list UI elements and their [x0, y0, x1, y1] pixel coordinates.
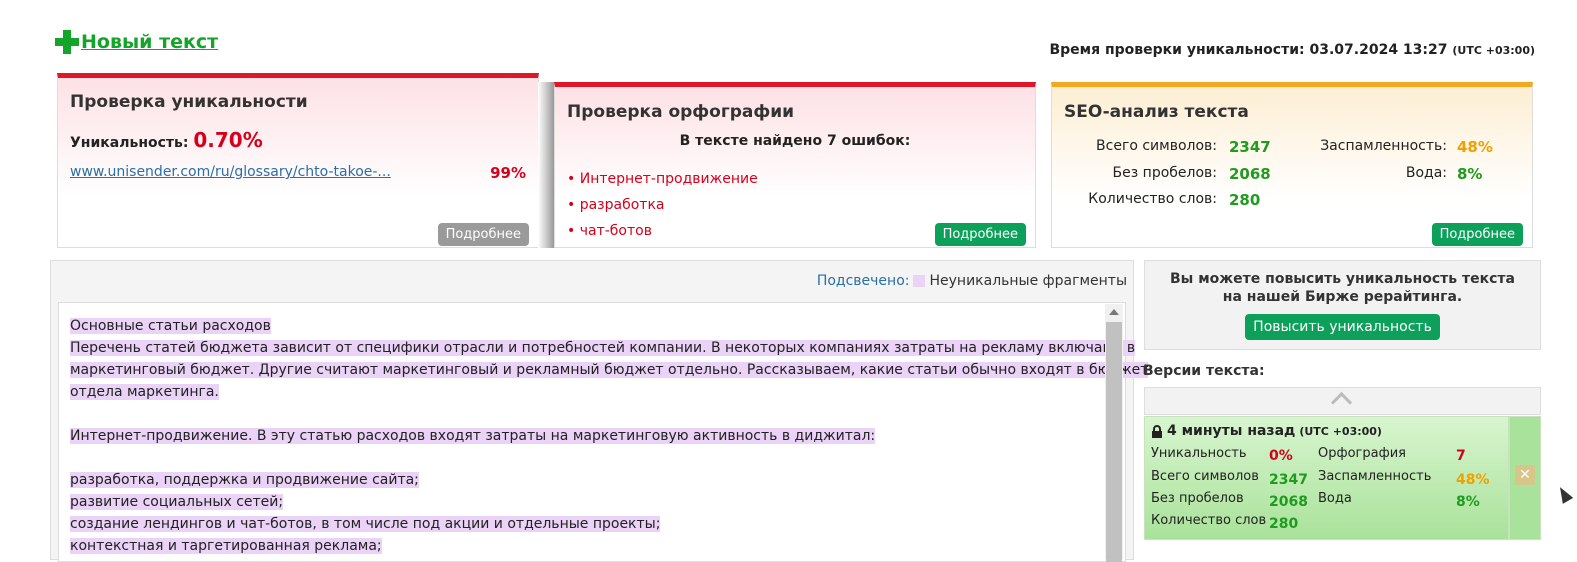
highlight-legend-text: Неуникальные фрагменты	[929, 273, 1127, 289]
uniqueness-row: Уникальность: 0.70%	[70, 128, 263, 152]
seo-total-value: 2347	[1229, 138, 1271, 156]
text-line: маркетинговый бюджет. Другие считают мар…	[70, 359, 1149, 381]
version-words-value: 280	[1269, 516, 1299, 532]
non-unique-fragment: контекстная и таргетированная реклама;	[70, 538, 382, 554]
highlight-label: Подсвечено:	[816, 273, 910, 289]
text-line: разработка, поддержка и продвижение сайт…	[70, 469, 1100, 491]
seo-spam-label: Заспамленность:	[1320, 138, 1447, 154]
seo-words-value: 280	[1229, 191, 1261, 209]
promo-box: Вы можете повысить уникальность текста н…	[1144, 260, 1541, 350]
seo-card: SEO-анализ текста Всего символов: 2347 Б…	[1051, 82, 1533, 248]
seo-nospace-label: Без пробелов:	[1112, 165, 1217, 181]
version-nospace-label: Без пробелов	[1151, 491, 1244, 506]
uniqueness-title: Проверка уникальности	[70, 92, 308, 112]
version-uniq-value: 0%	[1269, 448, 1293, 464]
version-spell-label: Орфография	[1318, 446, 1406, 461]
version-words-label: Количество слов	[1151, 513, 1267, 528]
version-nospace-value: 2068	[1269, 494, 1308, 510]
version-water-value: 8%	[1456, 494, 1480, 510]
non-unique-fragment: маркетинговый бюджет. Другие считают мар…	[70, 362, 1149, 378]
text-line: Перечень статей бюджета зависит от специ…	[70, 337, 1136, 359]
non-unique-fragment: отдела маркетинга.	[70, 384, 219, 400]
seo-nospace-value: 2068	[1229, 165, 1271, 183]
uniqueness-card: Проверка уникальности Уникальность: 0.70…	[57, 73, 539, 248]
check-time-label: Время проверки уникальности: 03.07.2024 …	[1049, 42, 1448, 58]
text-line: Интернет-продвижение. В эту статью расхо…	[70, 425, 1100, 447]
highlight-swatch	[913, 275, 926, 287]
version-uniq-label: Уникальность	[1151, 446, 1247, 461]
spelling-summary: В тексте найдено 7 ошибок:	[679, 133, 911, 149]
text-line: отдела маркетинга.	[70, 381, 1100, 403]
spelling-error-item[interactable]: • чат-ботов	[567, 218, 758, 244]
non-unique-fragment: разработка, поддержка и продвижение сайт…	[70, 472, 419, 488]
uniqueness-label: Уникальность:	[70, 135, 189, 151]
spelling-error-item[interactable]: • разработка	[567, 192, 758, 218]
seo-water-value: 8%	[1457, 165, 1483, 183]
delete-version-icon[interactable]: ✕	[1515, 465, 1535, 485]
non-unique-fragment: Перечень статей бюджета зависит от специ…	[70, 340, 1136, 356]
new-text-link[interactable]: Новый текст	[55, 30, 218, 54]
mouse-cursor-icon	[1554, 484, 1574, 504]
highlight-legend: Подсвечено: Неуникальные фрагменты	[817, 273, 1127, 289]
checked-text: Основные статьи расходов Перечень статей …	[70, 315, 1149, 557]
card-shadow	[538, 82, 554, 248]
version-spam-label: Заспамленность	[1318, 469, 1432, 484]
version-time: 4 минуты назад (UTC +03:00)	[1151, 423, 1382, 439]
non-unique-fragment: Интернет-продвижение. В эту статью расхо…	[70, 428, 876, 444]
scrollbar-thumb[interactable]	[1106, 322, 1122, 562]
seo-words-label: Количество слов:	[1088, 191, 1217, 207]
version-spam-value: 48%	[1456, 472, 1490, 488]
text-line: Основные статьи расходов	[70, 315, 1100, 337]
spelling-error-item[interactable]: • Интернет-продвижение	[567, 166, 758, 192]
source-link[interactable]: www.unisender.com/ru/glossary/chto-takoe…	[70, 164, 391, 180]
new-text-label[interactable]: Новый текст	[81, 31, 218, 53]
seo-spam-value: 48%	[1457, 138, 1493, 156]
uniqueness-value: 0.70%	[193, 128, 263, 152]
non-unique-fragment: развитие социальных сетей;	[70, 494, 284, 510]
increase-uniqueness-button[interactable]: Повысить уникальность	[1245, 314, 1440, 340]
text-line: создание лендингов и чат-ботов, в том чи…	[70, 513, 1100, 535]
check-time: Время проверки уникальности: 03.07.2024 …	[1049, 42, 1535, 58]
scroll-up-arrow-icon[interactable]	[1109, 309, 1119, 315]
spelling-error-list: • Интернет-продвижение • разработка • ча…	[567, 166, 758, 244]
version-item[interactable]: 4 минуты назад (UTC +03:00) Уникальность…	[1144, 416, 1509, 540]
spelling-title: Проверка орфографии	[567, 102, 795, 122]
non-unique-fragment: создание лендингов и чат-ботов, в том чи…	[70, 516, 661, 532]
source-percent: 99%	[490, 164, 526, 182]
version-spell-value: 7	[1456, 448, 1466, 464]
non-unique-fragment: Основные статьи расходов	[70, 318, 271, 334]
spelling-card: Проверка орфографии В тексте найдено 7 о…	[554, 82, 1036, 248]
version-total-label: Всего символов	[1151, 469, 1259, 484]
lock-icon	[1152, 424, 1162, 438]
promo-text: Вы можете повысить уникальность текста н…	[1169, 271, 1515, 305]
versions-title: Версии текста:	[1143, 363, 1265, 379]
version-water-label: Вода	[1318, 491, 1352, 506]
seo-total-label: Всего символов:	[1096, 138, 1217, 154]
seo-more-button[interactable]: Подробнее	[1431, 223, 1523, 246]
seo-water-label: Вода:	[1405, 165, 1447, 181]
spelling-more-button[interactable]: Подробнее	[934, 223, 1026, 246]
plus-icon	[55, 30, 79, 54]
seo-title: SEO-анализ текста	[1064, 102, 1249, 122]
text-line: развитие социальных сетей;	[70, 491, 1100, 513]
uniqueness-more-button[interactable]: Подробнее	[437, 223, 529, 246]
text-line: контекстная и таргетированная реклама;	[70, 535, 1100, 557]
version-total-value: 2347	[1269, 472, 1308, 488]
check-time-tz: (UTC +03:00)	[1452, 44, 1535, 57]
